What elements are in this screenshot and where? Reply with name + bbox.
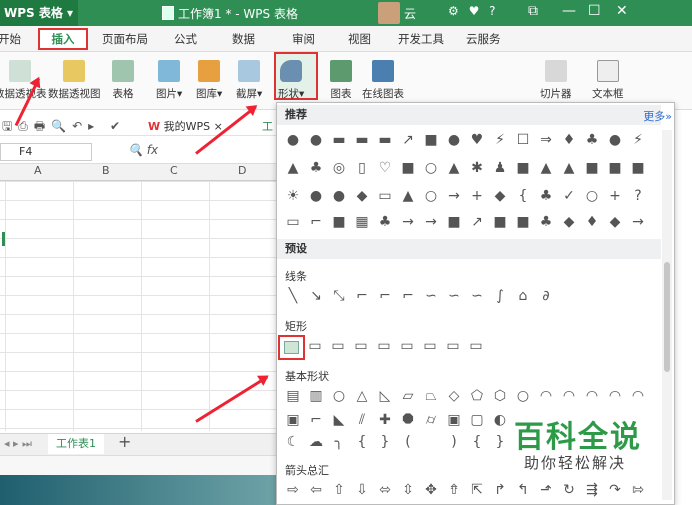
section-preset: 预设 bbox=[277, 239, 661, 259]
picture-icon bbox=[158, 60, 181, 82]
textbox-button[interactable]: 文本框 bbox=[592, 60, 624, 101]
sheet-nav-icons[interactable]: ◂ ▸ ⏭ bbox=[4, 437, 32, 451]
sheet-tab[interactable]: 工作表1 bbox=[48, 434, 104, 454]
lines-row[interactable]: ╲ ↘ ⤡ ⌐ ⌐ ⌐ ∽ ∽ ∽ ∫ ⌂ ∂ bbox=[284, 288, 555, 304]
screenshot-label: 截屏 bbox=[236, 88, 257, 100]
avatar[interactable] bbox=[378, 2, 400, 24]
basic-shapes-row-1[interactable]: ▤ ▥ ○ △ ◺ ▱ ⏢ ◇ ⬠ ⬡ ○ ◠ ◠ ◠ ◠ ◠ bbox=[284, 388, 647, 404]
document-icon bbox=[162, 6, 174, 20]
category-basic-shapes: 基本形状 bbox=[285, 370, 329, 383]
picture-button[interactable]: 图片▾ bbox=[156, 60, 182, 101]
fx-icon[interactable]: 🔍 fx bbox=[128, 143, 158, 157]
tab-formula[interactable]: 公式 bbox=[174, 31, 197, 47]
watermark-subtitle: 助你轻松解决 bbox=[524, 454, 627, 472]
section-recommend: 推荐 bbox=[277, 105, 661, 125]
help-icon[interactable]: ? bbox=[489, 4, 498, 18]
basic-shapes-row-3[interactable]: ☾ ☁ ╮{}( ){} bbox=[284, 434, 509, 450]
watermark-title: 百科全说 bbox=[514, 420, 642, 455]
tab-insert[interactable]: 插入 bbox=[38, 28, 88, 50]
app-menu-button[interactable]: WPS 表格 ▾ bbox=[0, 0, 78, 26]
online-chart-button[interactable]: 在线图表 bbox=[362, 60, 404, 101]
app-label: WPS 表格 bbox=[4, 6, 63, 20]
tab-page-layout[interactable]: 页面布局 bbox=[102, 31, 148, 47]
rectangle-icon bbox=[284, 341, 299, 354]
textbox-icon bbox=[596, 60, 619, 82]
titlebar-tools[interactable]: ⚙ ♥ ? bbox=[448, 4, 499, 18]
user-name[interactable]: 云 bbox=[404, 5, 416, 22]
screenshot-icon bbox=[238, 60, 261, 82]
table-icon bbox=[112, 60, 134, 82]
pivot-chart-label: 数据透视图 bbox=[48, 88, 101, 100]
recommend-row-4[interactable]: ▭ ⌐ ■ ▦ ♣ → → ■ ↗ ■ ■ ♣ ◆ ♦ ◆ → bbox=[284, 214, 647, 230]
wps-logo-icon: W bbox=[148, 120, 161, 133]
tab-data[interactable]: 数据 bbox=[232, 31, 255, 47]
column-c[interactable]: C bbox=[170, 164, 178, 177]
quick-access-icons[interactable]: 🖫⎙🖶🔍↶▸ ✔ bbox=[2, 117, 126, 138]
name-box[interactable]: F4 bbox=[0, 143, 92, 161]
shapes-label: 形状 bbox=[278, 88, 299, 100]
pivot-table-label: 数据透视表 bbox=[0, 88, 47, 100]
selection-marker bbox=[2, 232, 5, 246]
slicer-icon bbox=[544, 60, 567, 82]
arrows-row[interactable]: ⇨ ⇦ ⇧ ⇩ ⬄ ⇳ ✥ ⇮ ⇱ ↱ ↰ ⬏ ↻ ⇶ ↷ ⇰ bbox=[284, 482, 647, 498]
add-sheet-icon[interactable]: + bbox=[118, 432, 131, 451]
tab-mywps[interactable]: W 我的WPS × bbox=[148, 118, 223, 134]
recommend-row-3[interactable]: ☀ ● ● ◆ ▭ ▲ ○ → + ◆{♣ ✓ ○ +? bbox=[284, 188, 647, 204]
recommend-row-2[interactable]: ▲ ♣ ◎ ▯ ♡ ■ ○ ▲ ✱ ♟ ■ ▲ ▲ ■ ■ ■ bbox=[284, 160, 647, 176]
chart-label: 图表 bbox=[330, 88, 352, 100]
fx-label: fx bbox=[146, 143, 159, 157]
category-lines: 线条 bbox=[285, 270, 307, 283]
tab-review[interactable]: 审阅 bbox=[292, 31, 315, 47]
category-arrows: 箭头总汇 bbox=[285, 464, 329, 477]
rectangles-row[interactable]: ▭ ▭ ▭ ▭ ▭ ▭ ▭ ▭ bbox=[306, 338, 485, 354]
online-chart-label: 在线图表 bbox=[362, 88, 404, 100]
more-link[interactable]: 更多» bbox=[643, 108, 672, 124]
slicer-label: 切片器 bbox=[540, 88, 572, 100]
pivot-chart-button[interactable]: 数据透视图 bbox=[48, 60, 101, 101]
column-b[interactable]: B bbox=[102, 164, 110, 177]
mywps-label: 我的WPS bbox=[163, 120, 211, 133]
chart-button[interactable]: 图表 bbox=[330, 60, 352, 101]
restore-icon[interactable]: ⧉ bbox=[528, 3, 538, 19]
recommend-row-1[interactable]: ● ● ▬ ▬ ▬ ↗ ■ ● ♥ ⚡ ☐ ⇒ ♦ ♣ ● ⚡ bbox=[284, 132, 647, 148]
rectangle-shape-selected[interactable] bbox=[278, 335, 305, 360]
status-bar bbox=[0, 455, 280, 475]
basic-shapes-row-2[interactable]: ▣ ⌐ ◣ ⫽ ✚ ⯃ ⌭ ▣ ▢ ◐ bbox=[284, 412, 509, 428]
library-label: 图库 bbox=[196, 88, 217, 100]
desktop-background bbox=[0, 475, 280, 505]
table-label: 表格 bbox=[112, 88, 134, 100]
textbox-label: 文本框 bbox=[592, 88, 624, 100]
tab-home[interactable]: 开始 bbox=[0, 31, 21, 47]
category-rectangles: 矩形 bbox=[285, 320, 307, 333]
close-icon[interactable]: ✕ bbox=[616, 3, 628, 19]
tab-cloud[interactable]: 云服务 bbox=[466, 31, 501, 47]
column-d[interactable]: D bbox=[238, 164, 246, 177]
window-title: 工作簿1 * - WPS 表格 bbox=[178, 7, 298, 21]
library-icon bbox=[198, 60, 221, 82]
picture-label: 图片 bbox=[156, 88, 177, 100]
minimize-icon[interactable]: — bbox=[562, 3, 576, 19]
sheet-bar bbox=[0, 433, 280, 455]
online-chart-icon bbox=[372, 60, 394, 82]
chart-icon bbox=[330, 60, 352, 82]
pivot-table-icon bbox=[9, 60, 32, 82]
panel-scrollbar-thumb[interactable] bbox=[664, 262, 670, 372]
tab-view[interactable]: 视图 bbox=[348, 31, 371, 47]
maximize-icon[interactable]: ☐ bbox=[588, 3, 601, 19]
workbook-tab[interactable]: 工 bbox=[262, 118, 273, 134]
shapes-icon bbox=[280, 60, 303, 82]
pivot-chart-icon bbox=[63, 60, 86, 82]
tab-developer[interactable]: 开发工具 bbox=[398, 31, 444, 47]
shapes-button-content[interactable]: 形状▾ bbox=[278, 60, 304, 101]
table-button[interactable]: 表格 bbox=[112, 60, 134, 101]
screenshot-button[interactable]: 截屏▾ bbox=[236, 60, 262, 101]
slicer-button[interactable]: 切片器 bbox=[540, 60, 572, 101]
column-a[interactable]: A bbox=[34, 164, 42, 177]
library-button[interactable]: 图库▾ bbox=[196, 60, 222, 101]
